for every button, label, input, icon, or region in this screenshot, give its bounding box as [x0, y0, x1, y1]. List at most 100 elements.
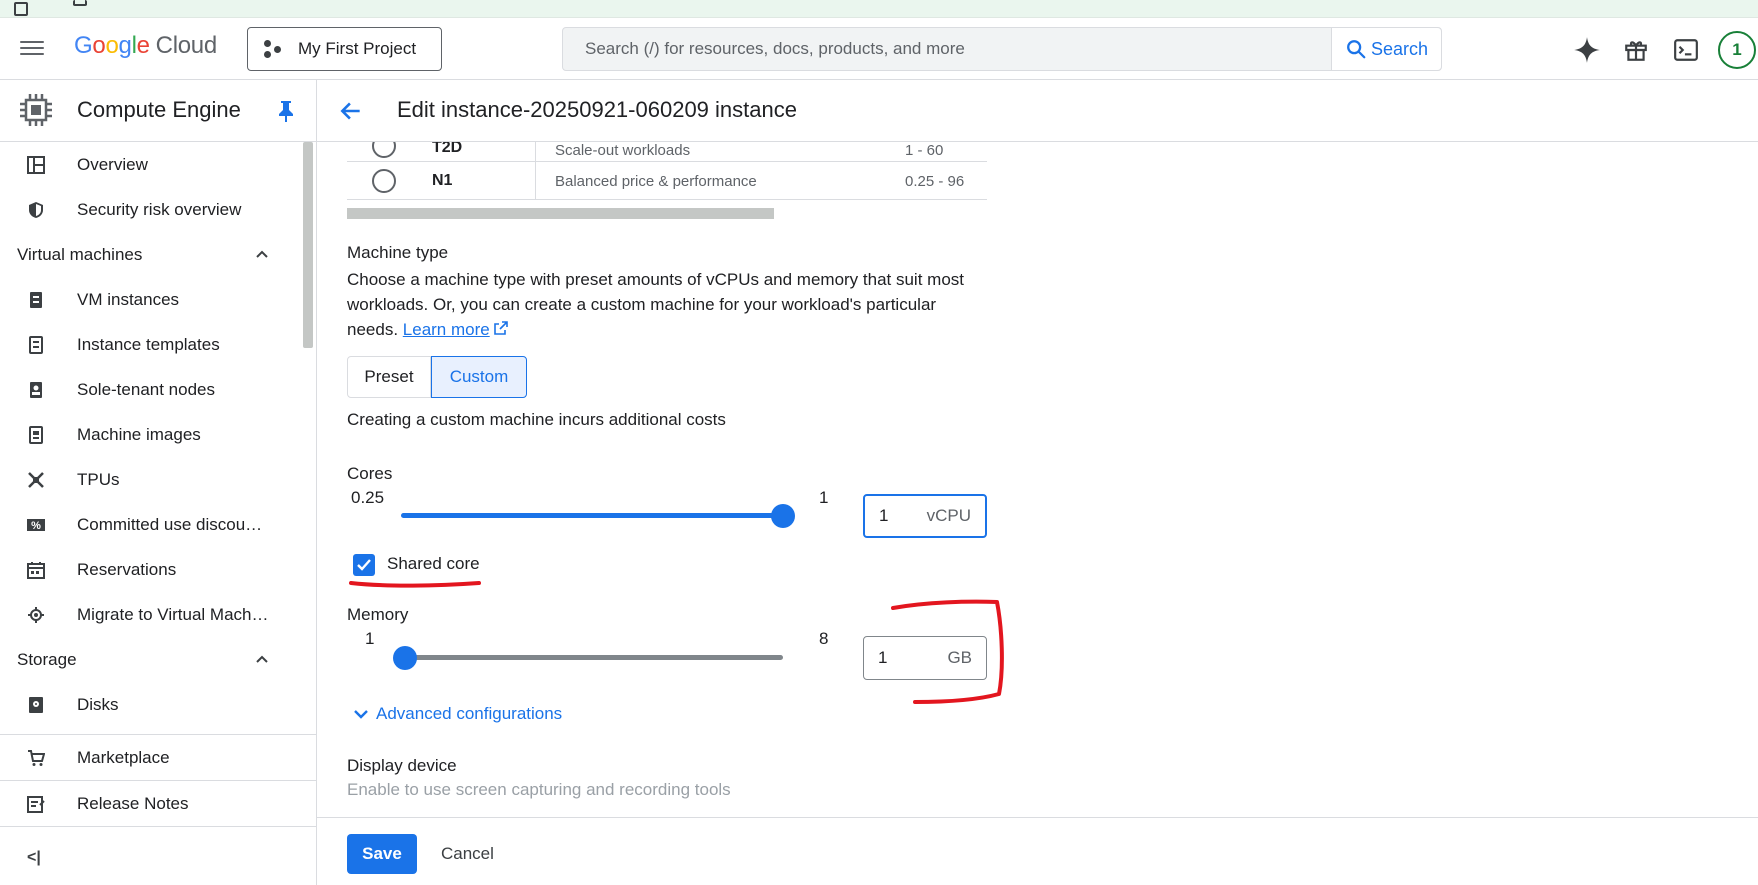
- sidebar-item-committed-use[interactable]: % Committed use discou…: [0, 502, 300, 547]
- sidebar-item-label: Release Notes: [77, 793, 189, 813]
- sidebar-item-reservations[interactable]: Reservations: [0, 547, 300, 592]
- menu-icon[interactable]: [20, 37, 44, 61]
- sidebar-item-marketplace[interactable]: Marketplace: [0, 735, 300, 780]
- column-divider: [535, 162, 536, 200]
- series-vcpus: 0.25 - 96: [905, 173, 965, 190]
- sidebar-item-label: Overview: [77, 154, 148, 174]
- cancel-button[interactable]: Cancel: [441, 834, 494, 874]
- table-row[interactable]: T2D Scale-out workloads 1 - 60: [347, 142, 987, 162]
- search-button-label: Search: [1370, 38, 1429, 59]
- series-desc: Scale-out workloads: [555, 142, 691, 159]
- section-label: Storage: [17, 649, 77, 669]
- sidebar-item-label: Disks: [77, 694, 119, 714]
- browser-strip: [0, 0, 1758, 18]
- section-virtual-machines[interactable]: Virtual machines: [0, 232, 300, 277]
- cloud-shell-icon[interactable]: [1671, 35, 1701, 65]
- gemini-sparkle-icon[interactable]: [1572, 35, 1602, 65]
- account-avatar[interactable]: 1: [1718, 31, 1756, 69]
- sidebar-item-machine-images[interactable]: Machine images: [0, 412, 300, 457]
- svg-text:%: %: [31, 520, 41, 532]
- series-radio[interactable]: [372, 142, 396, 158]
- page-title: Edit instance-20250921-060209 instance: [397, 97, 797, 122]
- cores-unit: vCPU: [926, 506, 971, 525]
- release-notes-icon: [27, 795, 45, 813]
- percent-icon: %: [27, 518, 45, 532]
- top-header: GoogleCloud My First Project Search 1: [0, 18, 1758, 80]
- google-cloud-logo[interactable]: Google Cloud: [74, 32, 217, 60]
- cart-icon: [28, 749, 45, 766]
- shared-core-label: Shared core: [387, 554, 480, 573]
- preset-toggle-button[interactable]: Preset: [347, 356, 431, 398]
- project-selector[interactable]: My First Project: [247, 27, 442, 71]
- series-desc: Balanced price & performance: [555, 173, 757, 190]
- machine-type-label: Machine type: [347, 243, 449, 262]
- back-arrow-icon[interactable]: [338, 98, 364, 124]
- template-icon: [29, 335, 43, 354]
- learn-more-link[interactable]: Learn more: [403, 320, 490, 339]
- migrate-icon: [28, 606, 44, 623]
- machine-type-description: Choose a machine type with preset amount…: [347, 267, 987, 342]
- machine-type-toggle: Preset Custom: [347, 356, 527, 398]
- custom-cost-note: Creating a custom machine incurs additio…: [347, 410, 726, 429]
- sidebar-item-migrate[interactable]: Migrate to Virtual Mach…: [0, 592, 300, 637]
- compute-engine-icon: [20, 94, 52, 126]
- action-footer: Save Cancel: [317, 817, 1758, 885]
- save-button[interactable]: Save: [347, 834, 417, 874]
- advanced-configurations-toggle[interactable]: Advanced configurations: [352, 704, 562, 724]
- sidebar-item-security[interactable]: Security risk overview: [0, 187, 300, 232]
- cores-slider-thumb[interactable]: [771, 504, 795, 528]
- search-icon: [1347, 40, 1366, 59]
- image-icon: [29, 425, 43, 444]
- cores-slider-track[interactable]: [401, 513, 783, 518]
- memory-unit: GB: [947, 648, 972, 667]
- logo-cloud-text: Cloud: [155, 32, 218, 59]
- cores-label: Cores: [347, 464, 393, 483]
- sidebar-nav: Overview Security risk overview Virtual …: [0, 142, 300, 727]
- machine-series-table: T2D Scale-out workloads 1 - 60 N1 Balanc…: [347, 142, 987, 200]
- search-bar: Search: [562, 27, 1442, 71]
- sidebar-item-overview[interactable]: Overview: [0, 142, 300, 187]
- sidebar-item-vm-instances[interactable]: VM instances: [0, 277, 300, 322]
- search-input[interactable]: [563, 28, 1331, 70]
- sidebar-item-label: Migrate to Virtual Mach…: [77, 604, 269, 624]
- search-button[interactable]: Search: [1331, 28, 1441, 70]
- sidebar-item-disks[interactable]: Disks: [0, 682, 300, 727]
- node-icon: [30, 381, 42, 398]
- pin-icon[interactable]: [277, 100, 295, 122]
- page-header: Edit instance-20250921-060209 instance: [317, 80, 1758, 142]
- checkmark-icon: [357, 559, 371, 571]
- memory-input[interactable]: 1 GB: [863, 636, 987, 680]
- section-storage[interactable]: Storage: [0, 637, 300, 682]
- divider: [0, 826, 317, 827]
- section-label: Virtual machines: [17, 244, 143, 264]
- sidebar-item-label: VM instances: [77, 289, 180, 309]
- advanced-configurations-label: Advanced configurations: [376, 704, 563, 723]
- custom-toggle-button[interactable]: Custom: [431, 356, 527, 398]
- table-horizontal-scrollbar[interactable]: [347, 208, 774, 219]
- table-row[interactable]: N1 Balanced price & performance 0.25 - 9…: [347, 162, 987, 200]
- gift-icon[interactable]: [1621, 35, 1651, 65]
- shared-core-checkbox[interactable]: [353, 554, 375, 576]
- sidebar-item-instance-templates[interactable]: Instance templates: [0, 322, 300, 367]
- machine-type-section: Machine type Choose a machine type with …: [347, 243, 987, 342]
- memory-min-label: 1: [365, 629, 375, 648]
- memory-value: 1: [878, 648, 888, 667]
- project-icon: [262, 38, 284, 60]
- series-name: T2D: [432, 142, 463, 156]
- series-radio[interactable]: [372, 169, 396, 193]
- sidebar-item-tpus[interactable]: TPUs: [0, 457, 300, 502]
- collapse-sidebar-icon[interactable]: <|: [27, 849, 41, 867]
- sidebar-item-sole-tenant-nodes[interactable]: Sole-tenant nodes: [0, 367, 300, 412]
- shield-icon: [29, 201, 43, 218]
- sidebar-scrollbar[interactable]: [303, 142, 313, 348]
- memory-slider-thumb[interactable]: [393, 646, 417, 670]
- sidebar-item-release-notes[interactable]: Release Notes: [0, 781, 300, 826]
- sidebar-header: Compute Engine: [0, 80, 316, 142]
- memory-slider-track[interactable]: [405, 655, 783, 660]
- cores-input[interactable]: 1 vCPU: [863, 494, 987, 538]
- chevron-up-icon: [256, 655, 268, 663]
- sidebar-item-label: Marketplace: [77, 747, 170, 767]
- tab-icon: [14, 2, 28, 16]
- display-device-label: Display device: [347, 756, 457, 775]
- project-name: My First Project: [298, 39, 417, 58]
